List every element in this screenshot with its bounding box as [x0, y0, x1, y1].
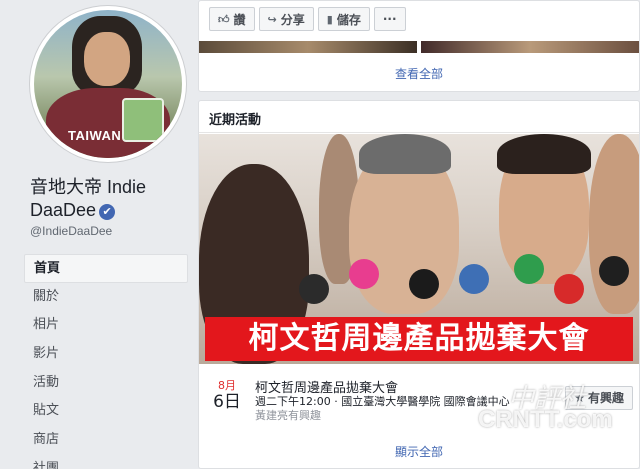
like-label: 讚: [233, 12, 246, 27]
share-label: 分享: [280, 12, 305, 27]
star-icon: ★: [574, 391, 585, 405]
event-interested-text: 黃建亮有興趣: [255, 409, 321, 422]
event-month: 8月: [218, 379, 236, 392]
nav-item-home[interactable]: 首頁: [24, 254, 188, 283]
divider: [199, 132, 639, 133]
bookmark-icon: ▮: [326, 12, 333, 26]
microphones: [299, 244, 639, 314]
event-list-item[interactable]: 8月 6日 柯文哲周邊產品拋棄大會 週二下午12:00 · 國立臺灣大學醫學院 …: [199, 371, 639, 431]
nav-item-shop[interactable]: 商店: [24, 426, 188, 455]
more-button[interactable]: ···: [373, 7, 406, 31]
microphone: [554, 274, 584, 304]
microphone: [349, 259, 379, 289]
page-nav: 首頁 關於 相片 影片 活動 貼文 商店 社團: [24, 254, 188, 469]
crowd-figure: [497, 134, 591, 174]
nav-item-about[interactable]: 關於: [24, 283, 188, 312]
avatar-bag: [122, 98, 164, 142]
left-column: TAIWAN 音地大帝 Indie DaaDee ✔ @IndieDaaDee 首…: [0, 0, 196, 469]
photo-thumbnail[interactable]: [421, 41, 639, 53]
share-arrow-icon: ↪: [267, 12, 277, 26]
crowd-figure: [359, 134, 451, 174]
page-title[interactable]: 音地大帝 Indie DaaDee ✔: [30, 176, 190, 222]
see-all-link[interactable]: 查看全部: [199, 65, 639, 82]
event-cover-banner: 柯文哲周邊產品拋棄大會: [205, 317, 633, 361]
page-action-bar: 👍︎ 讚 ↪ 分享 ▮ 儲存 ···: [209, 7, 410, 31]
event-date: 8月 6日: [213, 377, 241, 411]
verified-badge-icon: ✔: [99, 204, 116, 220]
save-button[interactable]: ▮ 儲存: [317, 7, 370, 31]
nav-item-videos[interactable]: 影片: [24, 340, 188, 369]
save-label: 儲存: [336, 12, 361, 27]
photo-thumbnail[interactable]: [199, 41, 417, 53]
nav-item-posts[interactable]: 貼文: [24, 397, 188, 426]
interested-button[interactable]: ★ 有興趣: [565, 386, 633, 410]
nav-item-photos[interactable]: 相片: [24, 311, 188, 340]
microphone: [409, 269, 439, 299]
profile-picture-frame[interactable]: TAIWAN: [30, 6, 186, 162]
nav-item-groups[interactable]: 社團: [24, 455, 188, 469]
share-button[interactable]: ↪ 分享: [258, 7, 314, 31]
like-button[interactable]: 👍︎ 讚: [209, 7, 255, 31]
event-day: 6日: [213, 392, 241, 412]
page-name-text[interactable]: 音地大帝 Indie DaaDee: [30, 177, 146, 220]
events-section-title[interactable]: 近期活動: [209, 109, 261, 128]
nav-item-events[interactable]: 活動: [24, 369, 188, 398]
avatar[interactable]: TAIWAN: [34, 10, 182, 158]
page-handle[interactable]: @IndieDaaDee: [30, 224, 112, 238]
avatar-face: [84, 32, 130, 86]
photos-card: 👍︎ 讚 ↪ 分享 ▮ 儲存 ··· 查看全部: [198, 0, 640, 92]
interested-label: 有興趣: [587, 391, 624, 405]
event-cover-image[interactable]: 柯文哲周邊產品拋棄大會: [199, 134, 639, 364]
thumb-up-icon: 👍︎: [218, 12, 230, 26]
microphone: [299, 274, 329, 304]
show-all-events-link[interactable]: 顯示全部: [199, 443, 639, 460]
avatar-shirt-text: TAIWAN: [68, 128, 122, 143]
upcoming-events-card: 近期活動 柯文哲周邊產品拋棄大會 8月 6日 柯文哲周邊產品拋棄大會 週二下午1…: [198, 100, 640, 469]
microphone: [459, 264, 489, 294]
microphone: [514, 254, 544, 284]
microphone: [599, 256, 629, 286]
